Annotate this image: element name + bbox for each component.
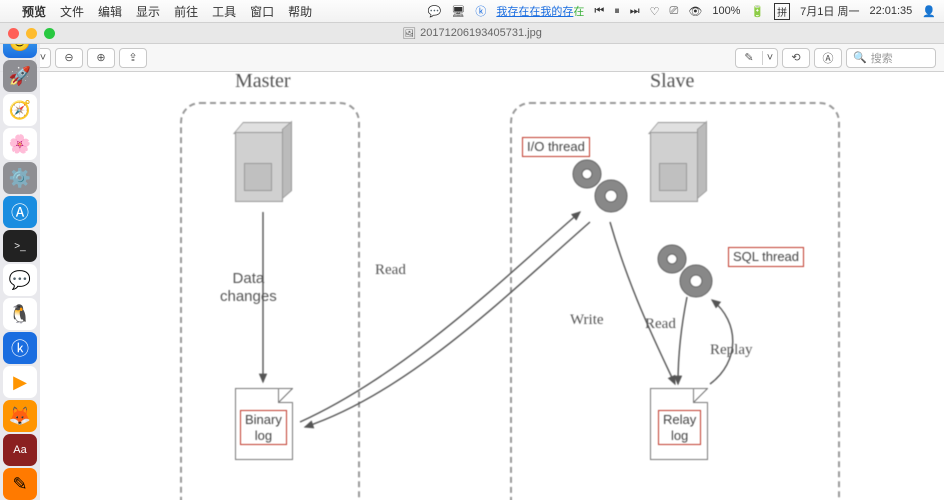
status-k-icon[interactable]: ⓚ	[475, 3, 486, 19]
doc-icon: 🖼	[402, 27, 416, 40]
media-heart-icon[interactable]: ♡	[650, 5, 660, 18]
battery-pct: 100%	[712, 5, 740, 17]
dock-app1[interactable]: Aa	[3, 434, 37, 466]
menu-tools[interactable]: 工具	[212, 3, 236, 20]
menu-window[interactable]: 窗口	[250, 3, 274, 20]
image-viewport[interactable]: Master Slave Binary log Relay log I/O th…	[40, 72, 944, 500]
media-pause-icon[interactable]: ⏸	[614, 5, 620, 18]
close-button[interactable]	[8, 28, 19, 39]
preview-toolbar: ☰ ˅ ⊖ ⊕ ⇪ ✎ ˅ ⟲ Ⓐ 🔍 搜索	[0, 44, 944, 72]
status-monitor-icon[interactable]: 🖥	[451, 5, 465, 18]
dock: 🙂 🚀 🧭 🌸 ⚙️ Ⓐ >_ 💬 🐧 ⓚ ▶ 🦊 Aa ✎	[0, 22, 40, 500]
media-next-icon[interactable]: ⏭	[630, 5, 640, 18]
user-icon[interactable]: 👤	[922, 5, 936, 18]
minimize-button[interactable]	[26, 28, 37, 39]
menubar-date[interactable]: 7月1日 周一	[800, 3, 859, 19]
window-titlebar: 🖼 20171206193405731.jpg	[0, 22, 944, 44]
zoom-out-button[interactable]: ⊖	[56, 49, 82, 67]
media-prev-icon[interactable]: ⏮	[594, 5, 604, 18]
replay-label: Replay	[710, 342, 753, 359]
read-label: Read	[375, 262, 406, 279]
io-thread-label: I/O thread	[522, 137, 590, 157]
status-text[interactable]: 我存在在我的存	[496, 6, 573, 18]
slave-title: Slave	[650, 72, 694, 93]
highlight-button[interactable]: ✎	[736, 49, 762, 67]
menu-edit[interactable]: 编辑	[98, 3, 122, 20]
dock-wechat[interactable]: 💬	[3, 264, 37, 296]
search-placeholder: 搜索	[871, 50, 893, 66]
window-title: 20171206193405731.jpg	[420, 27, 542, 39]
search-field[interactable]: 🔍 搜索	[846, 48, 936, 68]
sql-thread-label: SQL thread	[728, 247, 804, 267]
search-icon: 🔍	[853, 51, 867, 64]
dock-video[interactable]: ▶	[3, 366, 37, 398]
sql-thread-gears-icon	[650, 237, 720, 312]
dock-settings[interactable]: ⚙️	[3, 162, 37, 194]
io-thread-gears-icon	[565, 152, 635, 227]
highlight-dropdown[interactable]: ˅	[763, 49, 777, 67]
dock-qq[interactable]: 🐧	[3, 298, 37, 330]
dock-terminal[interactable]: >_	[3, 230, 37, 262]
master-server-icon	[235, 122, 293, 207]
dock-firefox[interactable]: 🦊	[3, 400, 37, 432]
replication-diagram: Master Slave Binary log Relay log I/O th…	[150, 72, 870, 500]
airplay-icon[interactable]: ⎚	[670, 5, 679, 18]
markup-button[interactable]: Ⓐ	[815, 49, 841, 67]
dock-photos[interactable]: 🌸	[3, 128, 37, 160]
menu-go[interactable]: 前往	[174, 3, 198, 20]
slave-server-icon	[650, 122, 708, 207]
master-title: Master	[235, 72, 291, 93]
ime-indicator[interactable]: 拼	[774, 3, 790, 20]
menu-file[interactable]: 文件	[60, 3, 84, 20]
rotate-button[interactable]: ⟲	[783, 49, 809, 67]
dock-k[interactable]: ⓚ	[3, 332, 37, 364]
battery-icon[interactable]: 🔋	[750, 5, 764, 18]
menu-help[interactable]: 帮助	[288, 3, 312, 20]
app-name[interactable]: 预览	[22, 3, 46, 20]
dock-safari[interactable]: 🧭	[3, 94, 37, 126]
relay-log-label: Relay log	[658, 410, 701, 445]
menu-view[interactable]: 显示	[136, 3, 160, 20]
write-label: Write	[570, 312, 604, 329]
data-changes-label: Data changes	[220, 270, 277, 306]
dock-app2[interactable]: ✎	[3, 468, 37, 500]
eye-icon[interactable]: 👁	[688, 5, 702, 18]
binary-log-label: Binary log	[240, 410, 287, 445]
zoom-in-button[interactable]: ⊕	[88, 49, 114, 67]
status-wechat-icon[interactable]: 💬	[428, 5, 442, 18]
macos-menubar: 预览 文件 编辑 显示 前往 工具 窗口 帮助 💬 🖥 ⓚ 我存在在我的存在 ⏮…	[0, 0, 944, 22]
dock-launchpad[interactable]: 🚀	[3, 60, 37, 92]
zoom-button[interactable]	[44, 28, 55, 39]
read2-label: Read	[645, 316, 676, 333]
dock-appstore[interactable]: Ⓐ	[3, 196, 37, 228]
menubar-time[interactable]: 22:01:35	[869, 5, 912, 17]
share-button[interactable]: ⇪	[120, 49, 146, 67]
